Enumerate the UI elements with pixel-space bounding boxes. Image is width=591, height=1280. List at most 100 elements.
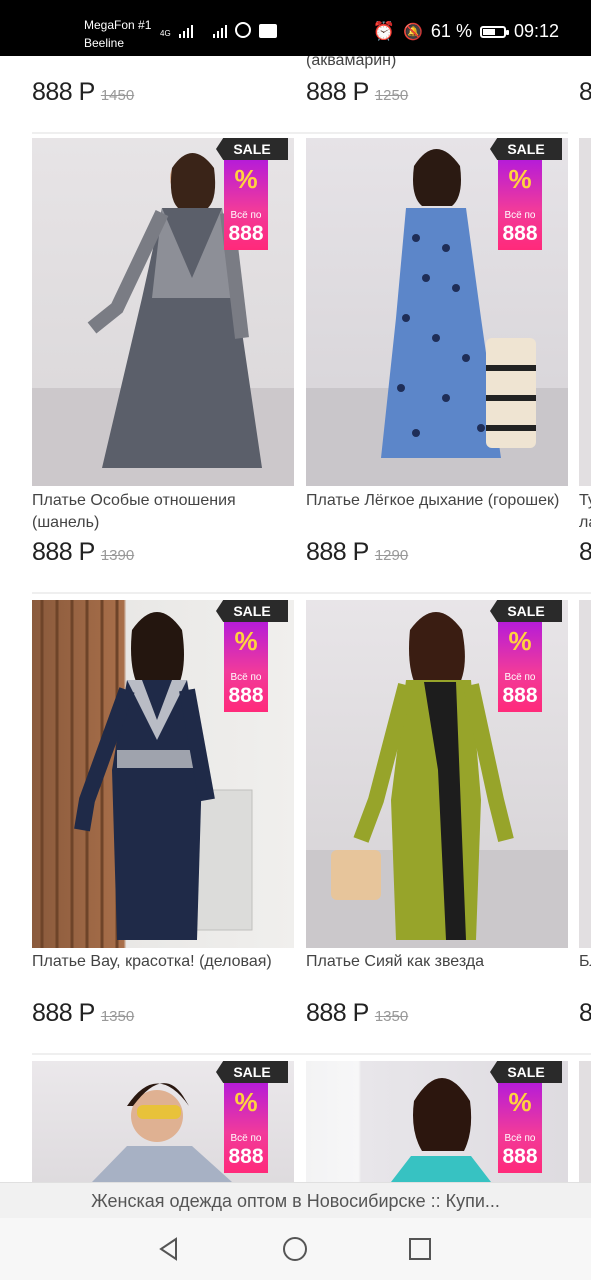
discount-box: % Всё по 888	[224, 1083, 268, 1173]
sale-badge: SALE % Всё по 888	[490, 138, 562, 250]
all-for-label: Всё по	[230, 1133, 262, 1144]
discount-box: % Всё по 888	[498, 1083, 542, 1173]
product-image[interactable]: SALE % Всё по 888	[32, 138, 294, 486]
status-right: ⏰ 🔕 61 % 09:12	[373, 21, 559, 42]
price-old: 1250	[374, 87, 409, 104]
badge-price: 888	[502, 684, 538, 707]
price-row-partial: 8	[579, 999, 591, 1028]
sale-label: SALE	[216, 138, 288, 160]
badge-price: 888	[502, 222, 538, 245]
all-for-label: Всё по	[504, 1133, 536, 1144]
row-divider	[32, 592, 591, 594]
all-for-label: Всё по	[230, 210, 262, 221]
signal-2-icon	[212, 24, 227, 38]
recents-square-icon	[409, 1238, 431, 1260]
badge-price: 888	[228, 684, 264, 707]
percent-icon: %	[508, 1087, 532, 1117]
product-image[interactable]: SALE % Всё по 888	[32, 1061, 294, 1182]
status-bar: MegaFon #1 Beeline 4G ⏰ 🔕 61 % 09:12	[0, 0, 591, 56]
carrier-1: MegaFon #1	[84, 18, 152, 32]
percent-icon: %	[234, 626, 258, 656]
price-row: 888 Р 1450	[32, 78, 134, 107]
product-image-partial[interactable]	[579, 600, 591, 948]
badge-price: 888	[228, 222, 264, 245]
percent-icon: %	[234, 164, 258, 194]
home-button[interactable]	[280, 1234, 310, 1264]
price-old: 1450	[100, 87, 135, 104]
price-row-partial: 8	[579, 78, 591, 107]
price-old: 1290	[374, 547, 409, 564]
price-current: 888 Р	[32, 999, 95, 1027]
all-for-label: Всё по	[504, 210, 536, 221]
product-name-partial[interactable]: Бл	[579, 951, 591, 973]
price-row: 888 Р 1350	[306, 999, 408, 1028]
price-row: 888 Р 1390	[32, 538, 134, 567]
product-name[interactable]: Платье Сияй как звезда	[306, 951, 568, 973]
product-image[interactable]: SALE % Всё по 888	[32, 600, 294, 948]
price-old: 1350	[100, 1008, 135, 1025]
signal-icons: 4G	[160, 22, 277, 38]
mute-icon: 🔕	[403, 23, 423, 41]
price-current: 8	[579, 999, 591, 1027]
price-row: 888 Р 1250	[306, 78, 408, 107]
price-old: 1350	[374, 1008, 409, 1025]
discount-box: % Всё по 888	[224, 160, 268, 250]
row-divider	[32, 1053, 591, 1055]
price-row-partial: 8	[579, 538, 591, 567]
sale-label: SALE	[490, 138, 562, 160]
all-for-label: Всё по	[230, 672, 262, 683]
product-name[interactable]: Платье Вау, красотка! (деловая)	[32, 951, 294, 973]
sale-badge: SALE % Всё по 888	[216, 1061, 288, 1173]
product-grid[interactable]: (аквамарин) 888 Р 1450 888 Р 1250 8 SALE…	[0, 56, 591, 1182]
viber-icon	[234, 22, 251, 38]
sale-label: SALE	[490, 1061, 562, 1083]
back-button[interactable]	[154, 1234, 184, 1264]
product-image[interactable]: SALE % Всё по 888	[306, 138, 568, 486]
row-divider	[32, 132, 568, 134]
product-image-partial[interactable]	[579, 1061, 591, 1182]
signal-1-icon	[178, 24, 193, 38]
badge-price: 888	[502, 1145, 538, 1168]
battery-percent: 61 %	[430, 21, 472, 41]
carrier-2: Beeline	[84, 36, 125, 50]
price-current: 888 Р	[306, 538, 369, 566]
price-current: 888 Р	[32, 538, 95, 566]
sale-badge: SALE % Всё по 888	[490, 1061, 562, 1173]
mail-icon	[258, 24, 277, 38]
sale-label: SALE	[216, 600, 288, 622]
recents-button[interactable]	[405, 1234, 435, 1264]
price-current: 888 Р	[306, 999, 369, 1027]
badge-price: 888	[228, 1145, 264, 1168]
battery-icon	[479, 25, 509, 38]
page-title: Женская одежда оптом в Новосибирске :: К…	[91, 1191, 500, 1211]
price-current: 8	[579, 538, 591, 566]
partial-product-name: (аквамарин)	[306, 56, 397, 69]
network-type: 4G	[160, 29, 171, 38]
product-image[interactable]: SALE % Всё по 888	[306, 1061, 568, 1182]
price-current: 8	[579, 78, 591, 106]
sale-label: SALE	[216, 1061, 288, 1083]
percent-icon: %	[234, 1087, 258, 1117]
sale-badge: SALE % Всё по 888	[216, 138, 288, 250]
product-image-partial[interactable]	[579, 138, 591, 486]
product-name[interactable]: Платье Лёгкое дыхание (горошек)	[306, 490, 568, 512]
price-current: 888 Р	[306, 78, 369, 106]
price-old: 1390	[100, 547, 135, 564]
carrier-names: MegaFon #1 Beeline	[84, 16, 151, 52]
browser-title-bar[interactable]: Женская одежда оптом в Новосибирске :: К…	[0, 1182, 591, 1219]
back-triangle-icon	[159, 1237, 177, 1261]
sale-badge: SALE % Всё по 888	[490, 600, 562, 712]
product-image[interactable]: SALE % Всё по 888	[306, 600, 568, 948]
product-name-partial[interactable]: Ту ла	[579, 490, 591, 534]
percent-icon: %	[508, 164, 532, 194]
sale-badge: SALE % Всё по 888	[216, 600, 288, 712]
price-row: 888 Р 1350	[32, 999, 134, 1028]
price-current: 888 Р	[32, 78, 95, 106]
clock: 09:12	[513, 21, 559, 41]
price-row: 888 Р 1290	[306, 538, 408, 567]
all-for-label: Всё по	[504, 672, 536, 683]
discount-box: % Всё по 888	[224, 622, 268, 712]
product-name[interactable]: Платье Особые отношения (шанель)	[32, 490, 294, 534]
discount-box: % Всё по 888	[498, 160, 542, 250]
system-nav-bar	[0, 1218, 591, 1280]
